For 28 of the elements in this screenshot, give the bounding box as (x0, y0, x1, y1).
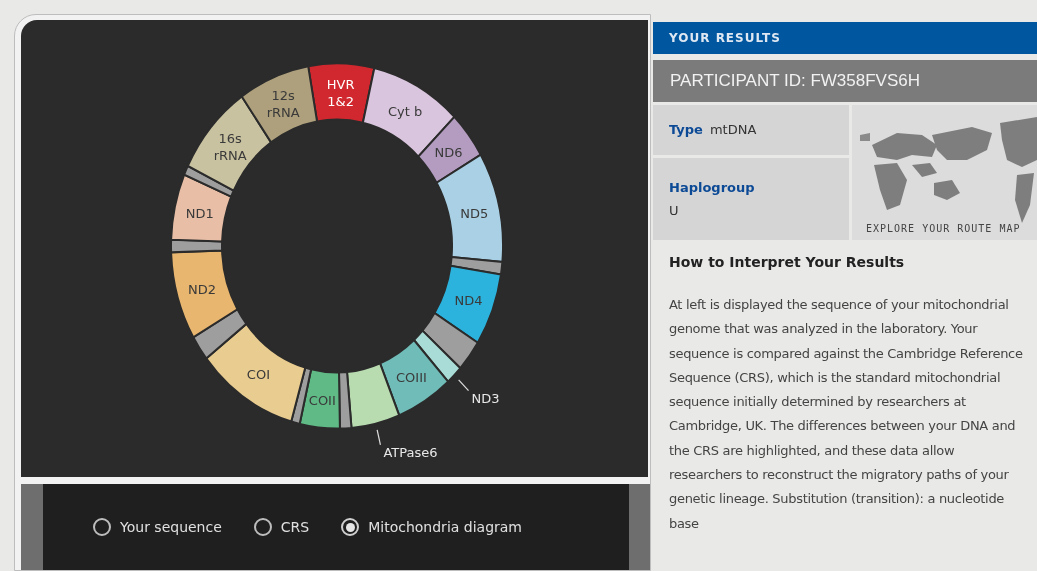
leader-line (458, 379, 470, 392)
segment-label: ND4 (454, 293, 483, 309)
segment-label: ND6 (434, 144, 463, 160)
leader-line (376, 429, 382, 446)
segment-label: ATPase6 (383, 444, 438, 460)
segment-label: 16s rRNA (213, 130, 247, 163)
type-label: Type (669, 121, 703, 140)
type-value: mtDNA (709, 121, 757, 140)
segment-label: Cyt b (388, 103, 423, 119)
section-heading: How to Interpret Your Results (669, 253, 906, 272)
segment-label: COI (246, 367, 270, 383)
view-radio[interactable]: Mitochondria diagram (341, 516, 522, 538)
participant-id: PARTICIPANT ID: FW358FVS6H (670, 70, 921, 93)
view-radio[interactable]: Your sequence (93, 516, 222, 538)
haplogroup-value: U (669, 201, 680, 220)
segment-label: COII (308, 392, 336, 408)
segment-label: ND1 (185, 205, 214, 221)
route-map-link[interactable]: EXPLORE YOUR ROUTE MAP (866, 221, 1021, 236)
view-radio[interactable]: CRS (253, 516, 310, 538)
segment-label: COIII (396, 370, 427, 386)
segment-label: ND5 (460, 205, 489, 221)
segment-label: ND3 (471, 390, 500, 406)
header-title: YOUR RESULTS (669, 30, 781, 47)
haplogroup-label: Haplogroup (669, 179, 756, 197)
segment-label: HVR 1&2 (326, 76, 355, 109)
segment-label: 12s rRNA (266, 88, 300, 121)
interpretation-text: At left is displayed the sequence of your mitochondrial genome that was analyzed in the laboratory. Your sequence is compared against the Cambridge Reference Sequence (CRS), which is the standard mitochondrial sequence initially determined by researchers at Cambridge, UK. The differences between your DNA and the CRS are highlighted, and these data allow researchers to reconstruct the migratory paths of your genetic lineage. Substitution (transition): a nucleotide base (669, 296, 1024, 533)
segment-label: ND2 (187, 281, 216, 297)
